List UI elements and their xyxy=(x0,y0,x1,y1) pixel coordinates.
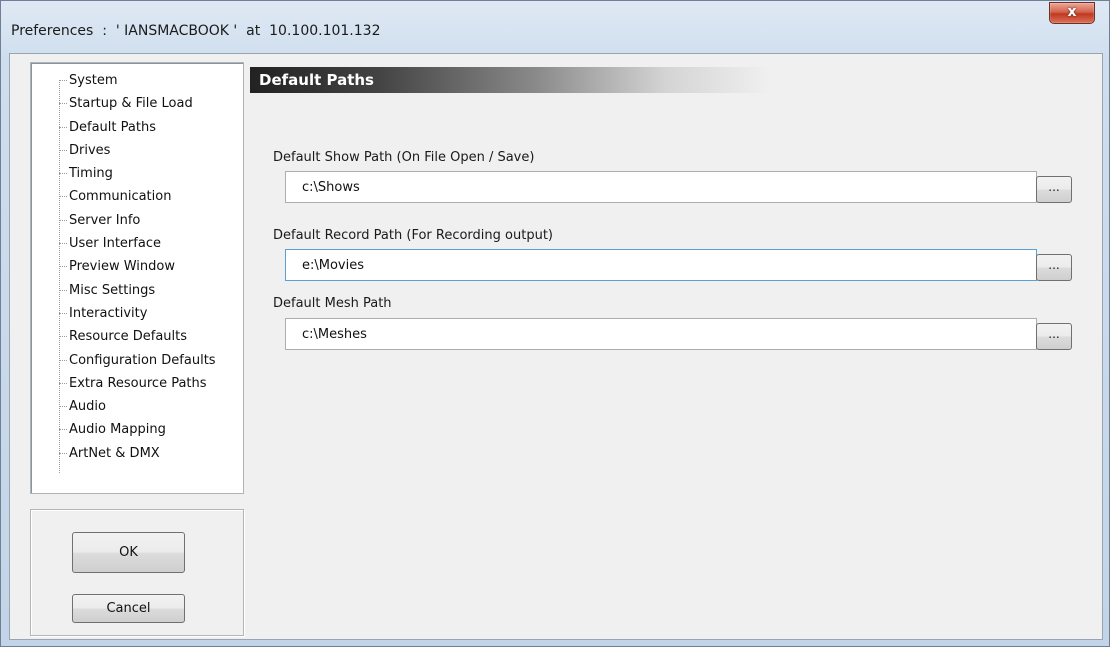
preferences-window: Preferences : ' IANSMACBOOK ' at 10.100.… xyxy=(0,0,1110,647)
tree-item-configuration-defaults[interactable]: Configuration Defaults xyxy=(31,349,216,372)
record-path-label: Default Record Path (For Recording outpu… xyxy=(273,228,553,243)
dialog-button-group: OK Cancel xyxy=(30,509,244,636)
tree-item-resource-defaults[interactable]: Resource Defaults xyxy=(31,325,216,348)
window-title: Preferences : ' IANSMACBOOK ' at 10.100.… xyxy=(11,23,381,39)
tree-item-server-info[interactable]: Server Info xyxy=(31,209,216,232)
close-icon: x xyxy=(1067,4,1077,20)
show-path-label: Default Show Path (On File Open / Save) xyxy=(273,150,535,165)
show-path-browse-button[interactable]: ... xyxy=(1036,176,1072,203)
tree-list: System Startup & File Load Default Paths… xyxy=(31,69,216,465)
mesh-path-browse-button[interactable]: ... xyxy=(1036,323,1072,350)
tree-item-audio-mapping[interactable]: Audio Mapping xyxy=(31,418,216,441)
section-title: Default Paths xyxy=(259,71,374,89)
title-bar[interactable]: Preferences : ' IANSMACBOOK ' at 10.100.… xyxy=(1,1,1109,51)
tree-item-system[interactable]: System xyxy=(31,69,216,92)
tree-item-extra-resource-paths[interactable]: Extra Resource Paths xyxy=(31,372,216,395)
tree-item-default-paths[interactable]: Default Paths xyxy=(31,116,216,139)
tree-item-artnet-dmx[interactable]: ArtNet & DMX xyxy=(31,442,216,465)
tree-item-preview-window[interactable]: Preview Window xyxy=(31,255,216,278)
record-path-input[interactable] xyxy=(285,249,1037,281)
cancel-button[interactable]: Cancel xyxy=(72,594,185,623)
tree-item-interactivity[interactable]: Interactivity xyxy=(31,302,216,325)
record-path-browse-button[interactable]: ... xyxy=(1036,254,1072,281)
tree-item-misc-settings[interactable]: Misc Settings xyxy=(31,279,216,302)
close-button[interactable]: x xyxy=(1049,2,1095,24)
tree-item-audio[interactable]: Audio xyxy=(31,395,216,418)
section-header: Default Paths xyxy=(250,67,770,93)
tree-item-communication[interactable]: Communication xyxy=(31,185,216,208)
tree-item-timing[interactable]: Timing xyxy=(31,162,216,185)
preferences-tree: System Startup & File Load Default Paths… xyxy=(30,62,244,494)
show-path-input[interactable] xyxy=(285,171,1037,203)
mesh-path-input[interactable] xyxy=(285,318,1037,350)
mesh-path-label: Default Mesh Path xyxy=(273,296,392,311)
tree-item-startup-file-load[interactable]: Startup & File Load xyxy=(31,92,216,115)
tree-item-user-interface[interactable]: User Interface xyxy=(31,232,216,255)
dialog-client-area: System Startup & File Load Default Paths… xyxy=(9,53,1103,640)
tree-item-drives[interactable]: Drives xyxy=(31,139,216,162)
ok-button[interactable]: OK xyxy=(72,532,185,573)
